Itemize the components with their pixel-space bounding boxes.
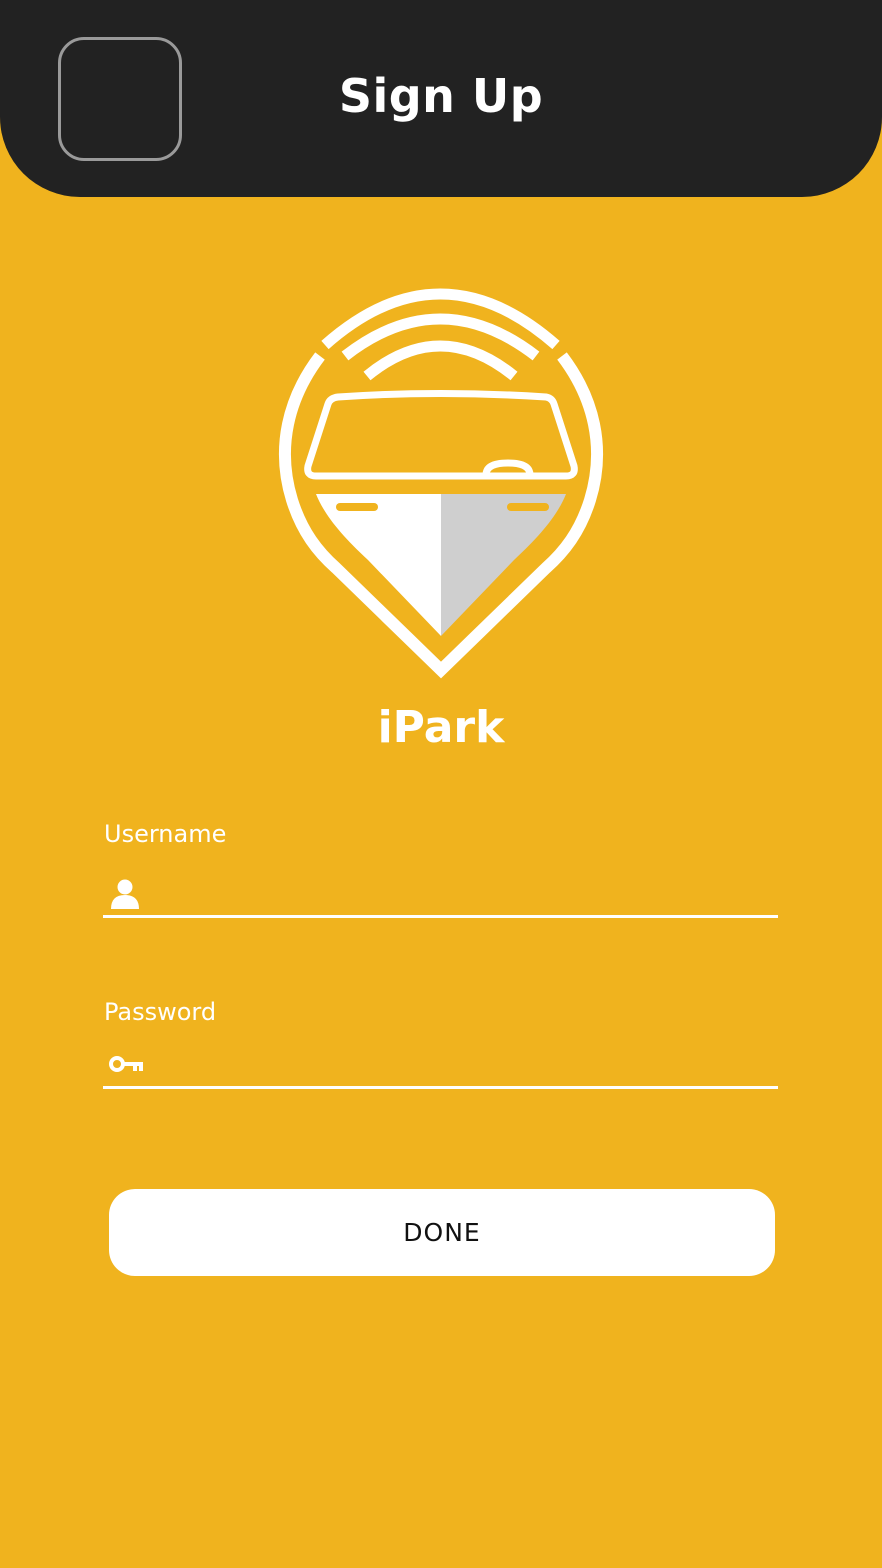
done-button[interactable]: DONE [109,1189,775,1276]
parking-pin-car-signal-icon [278,288,604,679]
password-label: Password [104,998,217,1026]
username-label: Username [104,820,227,848]
page-title: Sign Up [338,69,544,123]
app-name: iPark [377,702,505,753]
key-icon [109,1056,143,1072]
user-icon [111,879,139,909]
sign-up-screen: Sign Up iPark Username Password DONE [0,0,882,1568]
username-field[interactable] [103,870,778,918]
password-input[interactable] [155,1045,770,1083]
username-input[interactable] [155,874,770,912]
password-field[interactable] [103,1041,778,1089]
header-bar: Sign Up [0,0,882,197]
